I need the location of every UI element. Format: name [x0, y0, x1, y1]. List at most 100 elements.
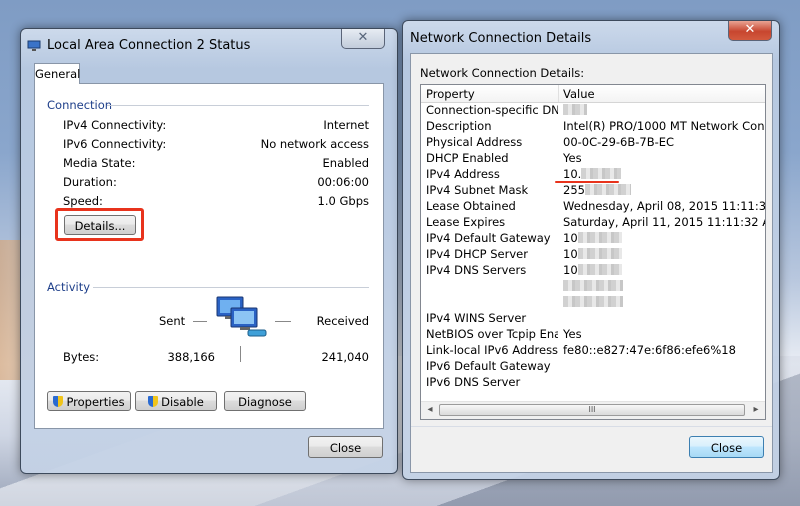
duration-value: 00:06:00 — [317, 175, 369, 189]
details-window: Network Connection Details ✕ Network Con… — [402, 20, 780, 480]
row-value: 255 — [563, 183, 763, 197]
row-property: Connection-specific DNS ... — [426, 103, 558, 117]
table-row[interactable]: IPv4 DNS Servers 10 — [421, 263, 765, 279]
disable-button[interactable]: Disable — [135, 391, 217, 411]
received-label: Received — [316, 314, 369, 328]
row-property: IPv6 DNS Server — [426, 375, 521, 389]
row-property: IPv4 Default Gateway — [426, 231, 551, 245]
row-property: Description — [426, 119, 492, 133]
footer-divider — [411, 426, 772, 427]
table-row[interactable]: Lease Obtained Wednesday, April 08, 2015… — [421, 199, 765, 215]
speed-label: Speed: — [63, 194, 103, 208]
row-property: DHCP Enabled — [426, 151, 509, 165]
network-computers-icon — [216, 296, 267, 337]
row-property: Lease Obtained — [426, 199, 516, 213]
details-close-button[interactable]: Close — [689, 436, 764, 458]
properties-button-label: Properties — [66, 395, 125, 409]
details-button[interactable]: Details... — [64, 215, 136, 235]
media-state-label: Media State: — [63, 156, 136, 170]
row-value: Intel(R) PRO/1000 MT Network Connection — [563, 119, 765, 133]
table-row[interactable]: IPv4 Subnet Mask 255 — [421, 183, 765, 199]
tab-general-label: General — [35, 67, 81, 81]
row-property: IPv4 DNS Servers — [426, 263, 527, 277]
uac-shield-icon — [53, 396, 64, 407]
row-value: 10. — [563, 167, 763, 181]
table-row[interactable] — [421, 279, 765, 295]
table-row[interactable]: Description Intel(R) PRO/1000 MT Network… — [421, 119, 765, 135]
connection-divider — [107, 105, 369, 106]
row-property: Link-local IPv6 Address — [426, 343, 558, 357]
row-property: IPv4 WINS Server — [426, 311, 527, 325]
status-close-button[interactable]: Close — [308, 436, 383, 458]
table-row[interactable]: IPv4 Default Gateway 10 — [421, 231, 765, 247]
activity-section-header: Activity — [47, 280, 91, 294]
row-property: IPv4 Address — [426, 167, 500, 181]
row-value: Yes — [563, 151, 582, 165]
tab-panel: Connection IPv4 Connectivity: Internet I… — [34, 83, 384, 429]
network-icon — [27, 40, 41, 51]
ipv4-connectivity-value: Internet — [323, 118, 369, 132]
bytes-sent-value: 388,166 — [167, 350, 215, 364]
scroll-right-button[interactable]: ▸ — [749, 403, 763, 417]
redacted-value — [577, 232, 622, 243]
redacted-value — [563, 280, 623, 291]
received-line — [275, 321, 291, 322]
duration-label: Duration: — [63, 175, 117, 189]
column-header-value[interactable]: Value — [563, 87, 763, 101]
disable-button-label: Disable — [161, 395, 204, 409]
activity-divider — [93, 287, 369, 288]
diagnose-button[interactable]: Diagnose — [224, 391, 306, 411]
titlebar-close-button[interactable]: ✕ — [728, 21, 772, 41]
ipv6-connectivity-value: No network access — [260, 137, 369, 151]
uac-shield-icon — [148, 396, 159, 407]
titlebar-close-button[interactable]: ✕ — [341, 29, 385, 49]
sent-label: Sent — [159, 314, 186, 328]
redacted-value — [581, 168, 622, 179]
row-value: 00-0C-29-6B-7B-EC — [563, 135, 675, 149]
row-value — [563, 295, 763, 309]
redacted-value — [563, 104, 587, 115]
row-property: NetBIOS over Tcpip Enab... — [426, 327, 558, 341]
redacted-value — [577, 248, 622, 259]
table-row[interactable]: Lease Expires Saturday, April 11, 2015 1… — [421, 215, 765, 231]
table-row[interactable]: Physical Address 00-0C-29-6B-7B-EC — [421, 135, 765, 151]
bytes-separator — [240, 346, 241, 362]
scroll-grip-icon: III — [588, 405, 596, 414]
row-property: IPv6 Default Gateway — [426, 359, 551, 373]
table-row[interactable]: IPv4 DHCP Server 10 — [421, 247, 765, 263]
horizontal-scrollbar[interactable]: ◂ III ▸ — [421, 401, 765, 419]
tab-general[interactable]: General — [34, 63, 80, 84]
row-value: Yes — [563, 327, 582, 341]
listview-header: Property Value — [421, 85, 765, 103]
bytes-received-value: 241,040 — [321, 350, 369, 364]
table-row[interactable] — [421, 295, 765, 311]
scroll-left-button[interactable]: ◂ — [423, 403, 437, 417]
row-value: 10 — [563, 247, 763, 261]
row-value-text: 10 — [563, 263, 578, 277]
details-listview[interactable]: Property Value Connection-specific DNS .… — [420, 84, 766, 420]
row-property: IPv4 Subnet Mask — [426, 183, 529, 197]
table-row[interactable]: NetBIOS over Tcpip Enab... Yes — [421, 327, 765, 343]
table-row[interactable]: DHCP Enabled Yes — [421, 151, 765, 167]
row-value: Saturday, April 11, 2015 11:11:32 AM — [563, 215, 765, 229]
properties-button[interactable]: Properties — [47, 391, 131, 411]
row-value-text: 10 — [563, 231, 578, 245]
table-row[interactable]: Connection-specific DNS ... — [421, 103, 765, 119]
row-value — [563, 103, 763, 117]
row-value: fe80::e827:47e:6f86:efe6%18 — [563, 343, 736, 357]
table-row[interactable]: IPv4 Address 10. — [421, 167, 765, 183]
table-row[interactable]: IPv6 DNS Server — [421, 375, 765, 391]
ipv6-connectivity-label: IPv6 Connectivity: — [63, 137, 167, 151]
row-value: Wednesday, April 08, 2015 11:11:32 AM — [563, 199, 765, 213]
window-title: Network Connection Details — [410, 31, 592, 46]
scroll-thumb[interactable]: III — [439, 404, 745, 416]
column-divider — [558, 85, 559, 102]
row-property: Lease Expires — [426, 215, 506, 229]
table-row[interactable]: IPv6 Default Gateway — [421, 359, 765, 375]
details-caption: Network Connection Details: — [420, 66, 585, 80]
table-row[interactable]: Link-local IPv6 Address fe80::e827:47e:6… — [421, 343, 765, 359]
column-header-property[interactable]: Property — [426, 87, 556, 101]
table-row[interactable]: IPv4 WINS Server — [421, 311, 765, 327]
speed-value: 1.0 Gbps — [317, 194, 369, 208]
row-property: Physical Address — [426, 135, 523, 149]
